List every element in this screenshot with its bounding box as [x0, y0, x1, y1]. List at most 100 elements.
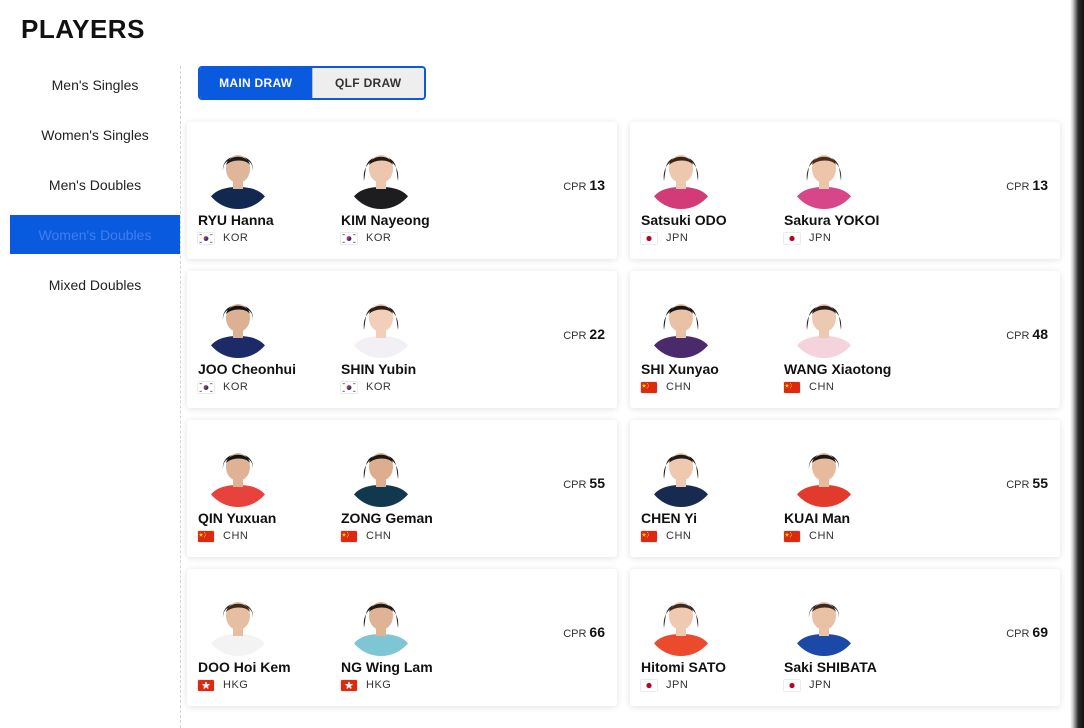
player-sakura-yokoi[interactable]: Sakura YOKOI JPN: [784, 137, 924, 244]
country-code: CHN: [366, 530, 392, 542]
player-name[interactable]: CHEN Yi: [641, 510, 781, 526]
sidebar-item-mens-singles[interactable]: Men's Singles: [10, 65, 180, 104]
player-country: CHN: [641, 530, 781, 542]
pair-card[interactable]: DOO Hoi Kem HKG NG Wing Lam HKG CPR 66: [187, 569, 617, 706]
country-code: KOR: [223, 232, 249, 244]
player-shin-yubin[interactable]: SHIN Yubin KOR: [341, 286, 481, 393]
player-country: HKG: [341, 679, 481, 691]
player-chen-yi[interactable]: CHEN Yi CHN: [641, 435, 781, 542]
player-country: JPN: [641, 679, 781, 691]
pair-card[interactable]: RYU Hanna KOR KIM Nayeong KOR CPR 13: [187, 122, 617, 259]
sidebar-item-mens-doubles[interactable]: Men's Doubles: [10, 165, 180, 204]
chn-flag-icon: [784, 530, 800, 542]
player-photo: [349, 453, 413, 507]
player-country: CHN: [198, 530, 338, 542]
player-name[interactable]: KUAI Man: [784, 510, 924, 526]
player-photo: [206, 602, 270, 656]
pair-card[interactable]: SHI Xunyao CHN WANG Xiaotong CHN CPR 48: [630, 271, 1060, 408]
player-name[interactable]: KIM Nayeong: [341, 212, 481, 228]
player-name[interactable]: RYU Hanna: [198, 212, 338, 228]
cpr-label: CPR: [1006, 479, 1030, 491]
hkg-flag-icon: [198, 679, 214, 691]
player-joo-cheonhui[interactable]: JOO Cheonhui KOR: [198, 286, 338, 393]
player-country: HKG: [198, 679, 338, 691]
country-code: CHN: [666, 530, 692, 542]
player-hitomi-sato[interactable]: Hitomi SATO JPN: [641, 584, 781, 691]
country-code: JPN: [809, 679, 832, 691]
player-photo: [649, 304, 713, 358]
cpr-value: 13: [589, 177, 605, 193]
player-ryu-hanna[interactable]: RYU Hanna KOR: [198, 137, 338, 244]
player-wang-xiaotong[interactable]: WANG Xiaotong CHN: [784, 286, 924, 393]
player-name[interactable]: QIN Yuxuan: [198, 510, 338, 526]
sidebar-item-womens-singles[interactable]: Women's Singles: [10, 115, 180, 154]
player-name[interactable]: SHI Xunyao: [641, 361, 781, 377]
cpr-value: 55: [1032, 475, 1048, 491]
pair-card[interactable]: JOO Cheonhui KOR SHIN Yubin KOR CPR 22: [187, 271, 617, 408]
player-photo: [349, 155, 413, 209]
pairs-grid: RYU Hanna KOR KIM Nayeong KOR CPR 13 Satsuki O…: [187, 122, 1060, 706]
country-code: JPN: [809, 232, 832, 244]
player-country: CHN: [641, 381, 781, 393]
player-satsuki-odo[interactable]: Satsuki ODO JPN: [641, 137, 781, 244]
player-country: CHN: [341, 530, 481, 542]
cpr-rank: CPR 55: [1006, 475, 1048, 491]
player-name[interactable]: WANG Xiaotong: [784, 361, 924, 377]
draw-tabs: MAIN DRAW QLF DRAW: [198, 66, 426, 100]
player-ng-wing-lam[interactable]: NG Wing Lam HKG: [341, 584, 481, 691]
chn-flag-icon: [641, 530, 657, 542]
pair-card[interactable]: CHEN Yi CHN KUAI Man CHN CPR 55: [630, 420, 1060, 557]
player-zong-geman[interactable]: ZONG Geman CHN: [341, 435, 481, 542]
player-country: KOR: [198, 381, 338, 393]
sidebar-item-womens-doubles[interactable]: Women's Doubles: [10, 215, 180, 254]
sidebar-item-mixed-doubles[interactable]: Mixed Doubles: [10, 265, 180, 304]
player-doo-hoi-kem[interactable]: DOO Hoi Kem HKG: [198, 584, 338, 691]
chn-flag-icon: [198, 530, 214, 542]
player-photo: [792, 304, 856, 358]
cpr-label: CPR: [1006, 628, 1030, 640]
cpr-label: CPR: [563, 181, 587, 193]
cpr-value: 13: [1032, 177, 1048, 193]
player-name[interactable]: ZONG Geman: [341, 510, 481, 526]
pair-card[interactable]: Hitomi SATO JPN Saki SHIBATA JPN CPR 69: [630, 569, 1060, 706]
player-name[interactable]: SHIN Yubin: [341, 361, 481, 377]
player-name[interactable]: Sakura YOKOI: [784, 212, 924, 228]
cpr-rank: CPR 66: [563, 624, 605, 640]
player-qin-yuxuan[interactable]: QIN Yuxuan CHN: [198, 435, 338, 542]
tab-qlf-draw[interactable]: QLF DRAW: [311, 68, 424, 98]
cpr-label: CPR: [1006, 330, 1030, 342]
cpr-rank: CPR 69: [1006, 624, 1048, 640]
player-photo: [206, 304, 270, 358]
country-code: HKG: [223, 679, 249, 691]
player-photo: [349, 602, 413, 656]
kor-flag-icon: [341, 381, 357, 393]
player-name[interactable]: DOO Hoi Kem: [198, 659, 338, 675]
player-photo: [206, 155, 270, 209]
tab-main-draw[interactable]: MAIN DRAW: [200, 68, 312, 98]
player-shi-xunyao[interactable]: SHI Xunyao CHN: [641, 286, 781, 393]
pair-card[interactable]: QIN Yuxuan CHN ZONG Geman CHN CPR 55: [187, 420, 617, 557]
player-name[interactable]: NG Wing Lam: [341, 659, 481, 675]
player-kuai-man[interactable]: KUAI Man CHN: [784, 435, 924, 542]
player-name[interactable]: Saki SHIBATA: [784, 659, 924, 675]
player-name[interactable]: JOO Cheonhui: [198, 361, 338, 377]
player-country: CHN: [784, 381, 924, 393]
cpr-rank: CPR 48: [1006, 326, 1048, 342]
player-saki-shibata[interactable]: Saki SHIBATA JPN: [784, 584, 924, 691]
chn-flag-icon: [341, 530, 357, 542]
cpr-label: CPR: [1006, 181, 1030, 193]
player-name[interactable]: Satsuki ODO: [641, 212, 781, 228]
cpr-value: 55: [589, 475, 605, 491]
country-code: CHN: [666, 381, 692, 393]
pair-card[interactable]: Satsuki ODO JPN Sakura YOKOI JPN CPR 13: [630, 122, 1060, 259]
player-country: KOR: [198, 232, 338, 244]
country-code: CHN: [809, 530, 835, 542]
event-sidebar: Men's Singles Women's Singles Men's Doub…: [10, 65, 180, 315]
player-photo: [349, 304, 413, 358]
player-kim-nayeong[interactable]: KIM Nayeong KOR: [341, 137, 481, 244]
cpr-label: CPR: [563, 479, 587, 491]
player-name[interactable]: Hitomi SATO: [641, 659, 781, 675]
cpr-value: 48: [1032, 326, 1048, 342]
kor-flag-icon: [341, 232, 357, 244]
player-country: JPN: [784, 679, 924, 691]
